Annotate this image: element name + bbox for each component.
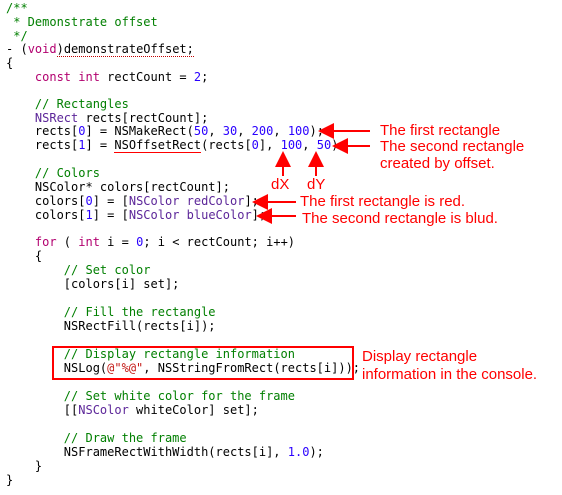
annotation-blue: The second rectangle is blud. [302,210,498,227]
annotation-red: The first rectangle is red. [300,193,466,210]
annotation-second-rect: The second rectangle [380,138,525,155]
annotation-dx: dX [271,176,290,193]
annotation-display-1: Display rectangle [362,348,478,365]
annotation-second-rect-2: created by offset. [380,155,495,172]
annotation-display-2: information in the console. [362,366,538,383]
annotation-dy: dY [307,176,326,193]
annotation-arrows [252,123,370,224]
